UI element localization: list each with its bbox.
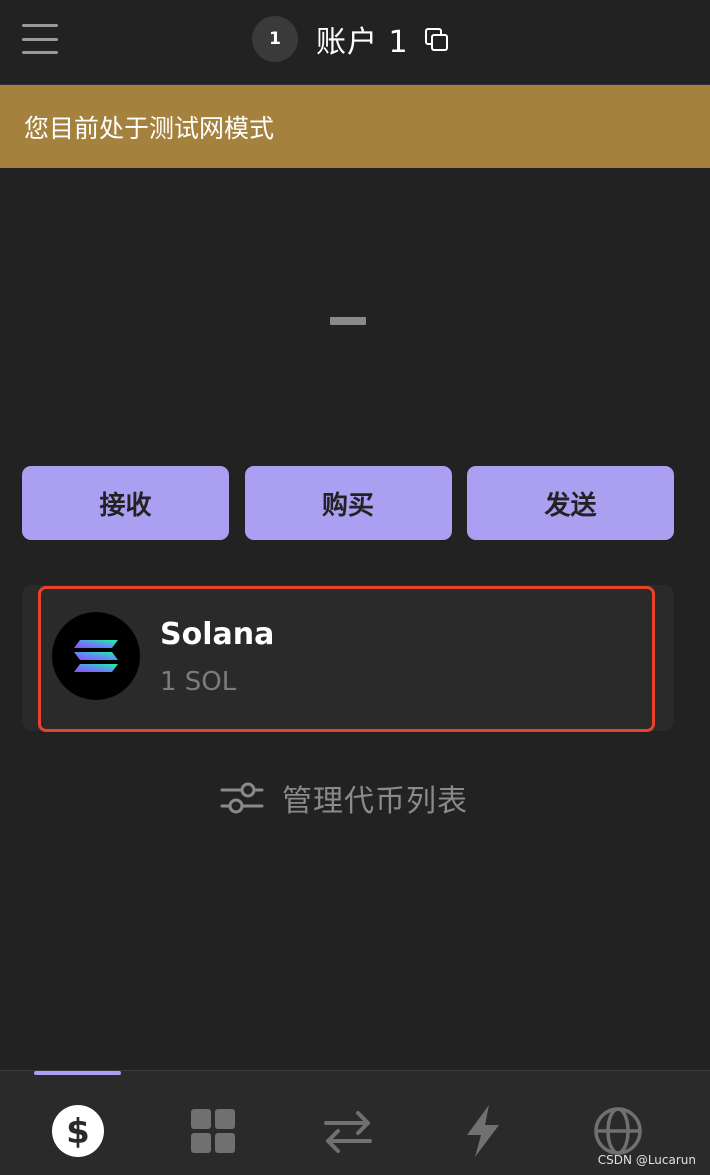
receive-button[interactable]: 接收 [22,466,229,540]
buy-button[interactable]: 购买 [244,466,452,540]
lightning-icon[interactable] [453,1101,513,1161]
sliders-icon [220,782,264,814]
grid-icon[interactable] [183,1101,243,1161]
account-selector[interactable]: 1 账户 1 [252,15,449,63]
account-name[interactable]: 账户 1 [316,17,409,61]
manage-token-list-button[interactable]: 管理代币列表 [220,776,468,820]
account-avatar[interactable]: 1 [252,16,298,62]
token-amount: 1 SOL [160,667,237,697]
manage-token-list-label: 管理代币列表 [282,784,468,819]
action-buttons: 接收 购买 发送 [22,466,674,540]
token-name: Solana [160,617,275,652]
watermark: CSDN @Lucarun [597,1153,696,1167]
svg-text:$: $ [66,1112,90,1152]
copy-icon[interactable] [423,26,449,52]
top-bar: 1 账户 1 [0,0,710,85]
solana-logo-icon [52,612,140,700]
testnet-banner-text: 您目前处于测试网模式 [24,113,275,143]
active-tab-indicator [34,1071,121,1075]
testnet-banner: 您目前处于测试网模式 [0,85,710,168]
globe-icon[interactable] [588,1101,648,1161]
bottom-nav: $ CSDN @Lucarun [0,1070,710,1175]
send-button[interactable]: 发送 [467,466,674,540]
balance-placeholder [330,317,366,325]
dollar-icon[interactable]: $ [48,1101,108,1161]
swap-arrows-icon[interactable] [318,1101,378,1161]
menu-icon[interactable] [22,24,58,54]
